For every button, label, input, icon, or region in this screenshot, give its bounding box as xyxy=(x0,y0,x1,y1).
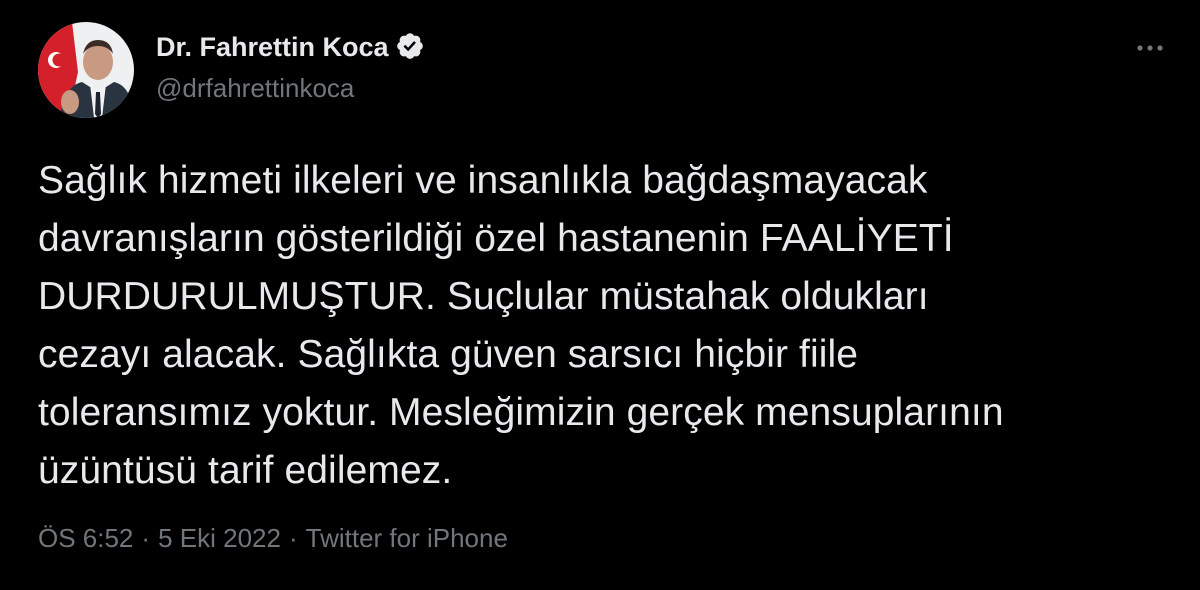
tweet: Dr. Fahrettin Koca @drfahrettinkoca Sağl… xyxy=(0,0,1200,590)
tweet-text-line: üzüntüsü tarif edilemez. xyxy=(38,449,453,492)
more-options-button[interactable] xyxy=(1132,36,1168,60)
author-name[interactable]: Dr. Fahrettin Koca xyxy=(156,30,425,64)
more-options-icon xyxy=(1137,45,1163,51)
avatar-image xyxy=(38,22,134,118)
tweet-text-line: cezayı alacak. Sağlıkta güven sarsıcı hi… xyxy=(38,333,859,376)
verified-badge-icon xyxy=(395,31,425,61)
tweet-text-line: Sağlık hizmeti ilkeleri ve insanlıkla ba… xyxy=(38,159,928,202)
tweet-text-line: davranışların gösterildiği özel hastanen… xyxy=(38,217,954,260)
meta-separator: · xyxy=(141,523,151,553)
tweet-source[interactable]: Twitter for iPhone xyxy=(306,523,508,553)
avatar[interactable] xyxy=(38,22,134,118)
author-name-text: Dr. Fahrettin Koca xyxy=(156,32,389,62)
tweet-time[interactable]: ÖS 6:52 xyxy=(38,523,133,553)
tweet-date[interactable]: 5 Eki 2022 xyxy=(158,523,281,553)
tweet-meta: ÖS 6:52 · 5 Eki 2022 · Twitter for iPhone xyxy=(38,520,508,556)
tweet-text: Sağlık hizmeti ilkeleri ve insanlıkla ba… xyxy=(38,152,1178,500)
author-handle[interactable]: @drfahrettinkoca xyxy=(156,72,354,104)
tweet-text-line: DURDURULMUŞTUR. Suçlular müstahak oldukl… xyxy=(38,275,929,318)
meta-separator: · xyxy=(288,523,298,553)
tweet-text-line: toleransımız yoktur. Mesleğimizin gerçek… xyxy=(38,391,1004,434)
